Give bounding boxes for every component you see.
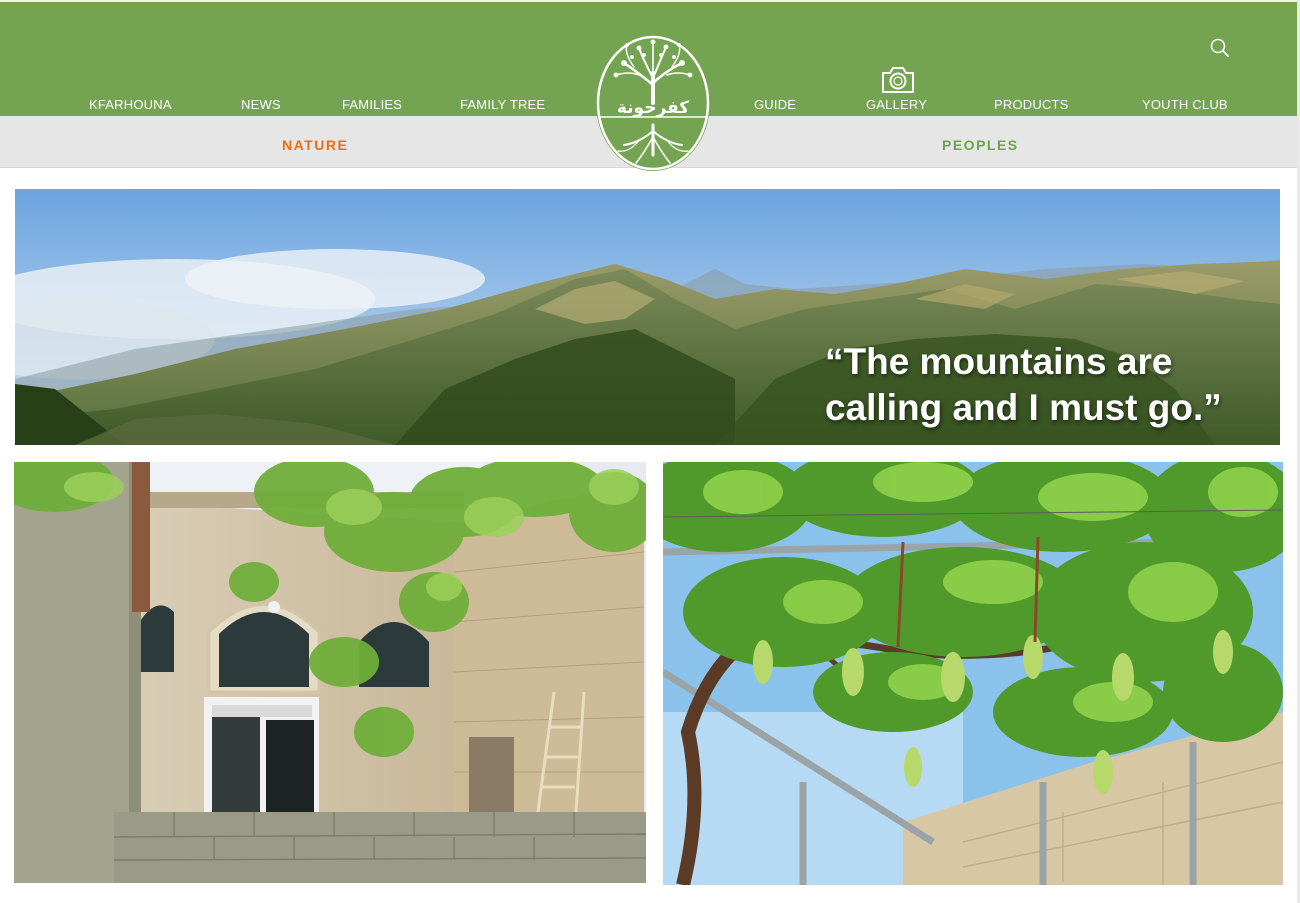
site-logo[interactable]: كفرحونة — [594, 33, 712, 173]
nav-item-families[interactable]: FAMILIES — [342, 97, 402, 112]
nav-item-guide[interactable]: GUIDE — [754, 97, 796, 112]
nav-item-gallery[interactable]: GALLERY — [866, 97, 927, 112]
hero-quote-line-1: “The mountains are — [825, 341, 1173, 382]
gallery-photo-stone-house[interactable] — [14, 462, 646, 883]
subnav-peoples[interactable]: PEOPLES — [942, 137, 1019, 153]
nav-item-news[interactable]: NEWS — [241, 97, 281, 112]
camera-icon[interactable] — [878, 62, 918, 96]
nav-item-family-tree[interactable]: FAMILY TREE — [460, 97, 545, 112]
gallery-photo-grapevine[interactable] — [663, 462, 1283, 885]
hero-quote-line-2: calling and I must go.” — [825, 387, 1222, 428]
logo-arabic-text: كفرحونة — [617, 98, 689, 118]
search-icon[interactable] — [1209, 37, 1231, 59]
nav-item-products[interactable]: PRODUCTS — [994, 97, 1069, 112]
nav-item-kfarhouna[interactable]: KFARHOUNA — [89, 97, 172, 112]
hero-quote: “The mountains are calling and I must go… — [825, 339, 1222, 431]
subnav-nature[interactable]: NATURE — [282, 137, 348, 153]
hero-banner: “The mountains are calling and I must go… — [15, 189, 1280, 445]
nav-item-youth-club[interactable]: YOUTH CLUB — [1142, 97, 1228, 112]
